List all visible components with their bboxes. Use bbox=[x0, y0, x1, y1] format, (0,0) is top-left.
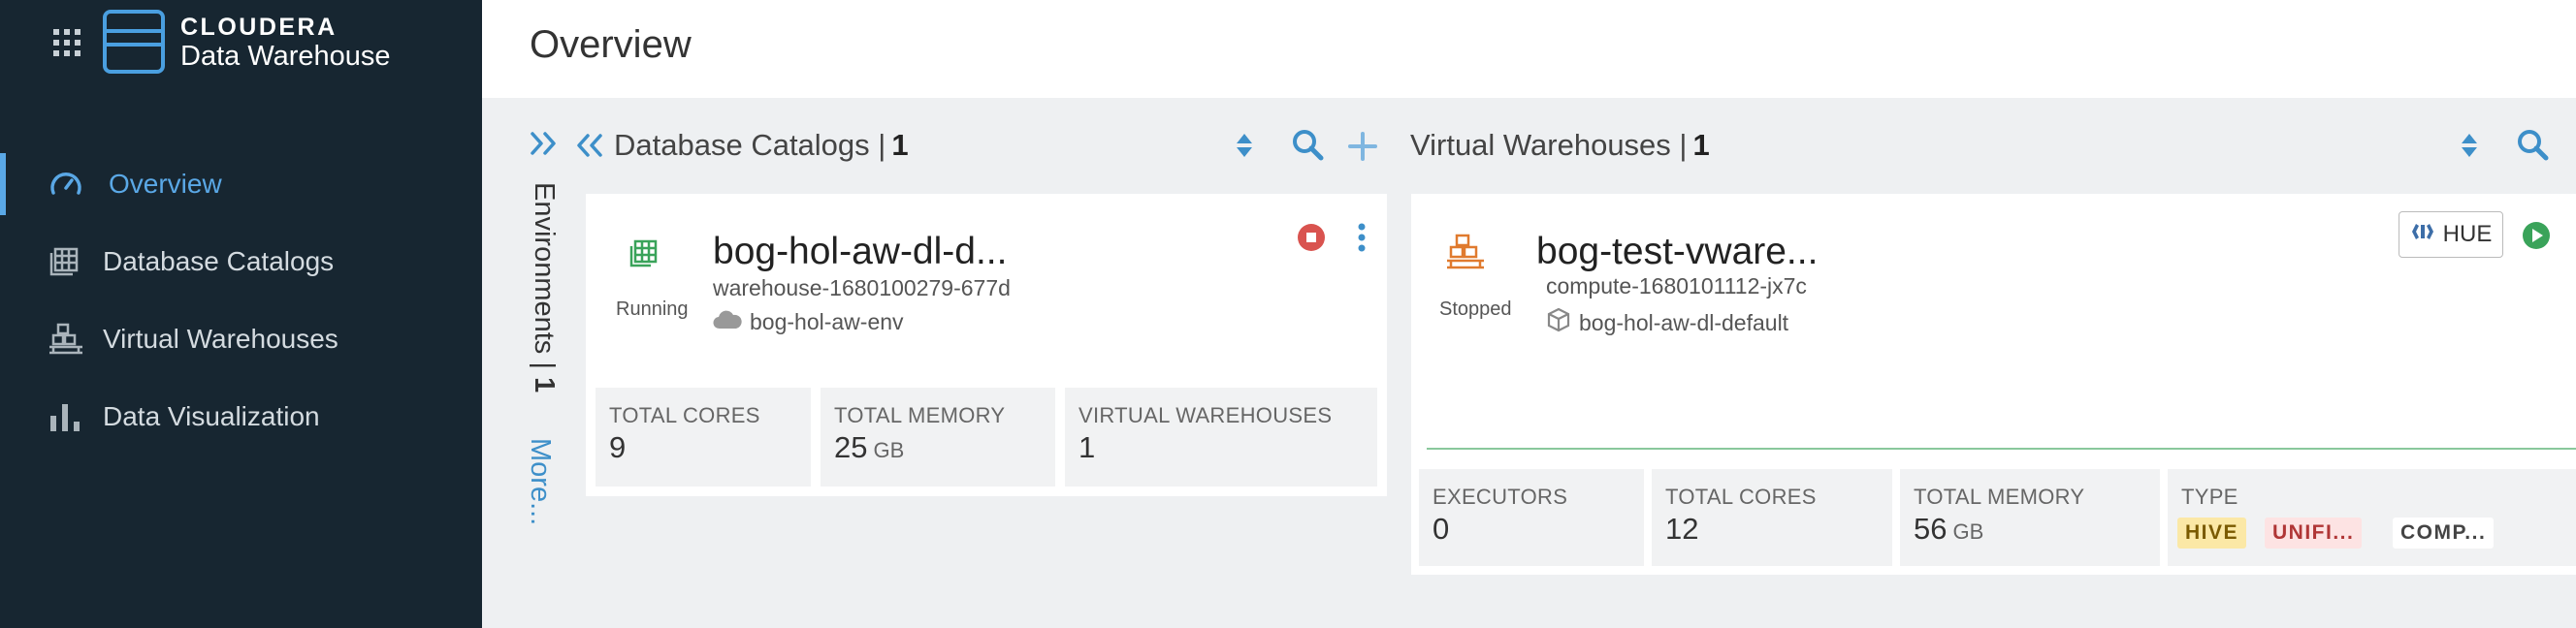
app-switcher-icon[interactable] bbox=[53, 29, 80, 61]
metric-virtual-warehouses: VIRTUAL WAREHOUSES 1 bbox=[1065, 388, 1377, 487]
sidebar-item-label: Virtual Warehouses bbox=[103, 324, 338, 354]
warehouse-id: compute-1680101112-jx7c bbox=[1546, 273, 1807, 298]
sidebar-item-overview[interactable]: Overview bbox=[0, 153, 482, 215]
tag-compactor: COMP... bbox=[2393, 518, 2495, 549]
tag-hive: HIVE bbox=[2177, 518, 2247, 549]
card-divider bbox=[1427, 448, 2576, 450]
sidebar: CLOUDERA Data Warehouse Overview Databas… bbox=[0, 0, 482, 628]
environments-more-link[interactable]: More... bbox=[524, 438, 556, 525]
catalog-card[interactable]: Running bog-hol-aw-dl-d... warehouse-168… bbox=[586, 194, 1387, 496]
cloud-icon bbox=[713, 309, 742, 335]
warehouse-stopped-icon bbox=[1445, 233, 1486, 276]
bar-chart-icon bbox=[48, 402, 81, 431]
metric-total-cores: TOTAL CORES 9 bbox=[596, 388, 811, 487]
start-button-icon[interactable] bbox=[2522, 221, 2551, 255]
catalog-id: warehouse-1680100279-677d bbox=[713, 275, 1011, 300]
tag-unified: UNIFI... bbox=[2265, 518, 2363, 549]
page-title: Overview bbox=[530, 23, 692, 66]
metric-type: TYPE HIVE UNIFI... COMP... bbox=[2168, 469, 2576, 566]
metric-executors: EXECUTORS 0 bbox=[1419, 469, 1644, 566]
environments-label: Environments | 1 bbox=[529, 182, 560, 393]
sidebar-item-data-visualization[interactable]: Data Visualization bbox=[0, 386, 482, 448]
sort-icon[interactable] bbox=[2461, 132, 2478, 164]
catalog-environment: bog-hol-aw-env bbox=[713, 309, 904, 335]
stop-button-icon[interactable] bbox=[1297, 223, 1326, 257]
sidebar-item-label: Database Catalogs bbox=[103, 246, 335, 276]
sidebar-item-label: Data Visualization bbox=[103, 401, 320, 431]
catalog-running-icon bbox=[628, 238, 659, 274]
warehouse-catalog: bog-hol-aw-dl-default bbox=[1546, 307, 1788, 338]
catalogs-heading: Database Catalogs | 1 bbox=[614, 128, 909, 162]
metric-total-cores: TOTAL CORES 12 bbox=[1652, 469, 1892, 566]
sidebar-item-label: Overview bbox=[109, 169, 222, 199]
page-header: Overview bbox=[482, 0, 2576, 98]
sidebar-item-database-catalogs[interactable]: Database Catalogs bbox=[0, 231, 482, 293]
sidebar-item-virtual-warehouses[interactable]: Virtual Warehouses bbox=[0, 308, 482, 370]
brand-name: CLOUDERA bbox=[180, 14, 338, 41]
expand-environments-icon[interactable] bbox=[530, 130, 559, 162]
cdw-logo-icon[interactable] bbox=[103, 10, 165, 78]
hue-icon bbox=[2410, 221, 2435, 249]
sort-icon[interactable] bbox=[1236, 132, 1253, 164]
brand-product: Data Warehouse bbox=[180, 41, 391, 72]
warehouse-icon bbox=[48, 323, 83, 356]
cube-icon bbox=[1546, 307, 1571, 338]
add-catalog-icon[interactable] bbox=[1347, 131, 1378, 167]
warehouses-heading: Virtual Warehouses | 1 bbox=[1410, 128, 1710, 162]
kebab-menu-icon[interactable] bbox=[1357, 223, 1367, 257]
search-icon[interactable] bbox=[1291, 128, 1324, 166]
search-icon[interactable] bbox=[2516, 128, 2549, 166]
catalog-name[interactable]: bog-hol-aw-dl-d... bbox=[713, 231, 1007, 273]
gauge-icon bbox=[48, 167, 83, 202]
collapse-catalogs-icon[interactable] bbox=[574, 132, 603, 164]
catalog-icon bbox=[48, 246, 80, 277]
hue-button[interactable]: HUE bbox=[2399, 211, 2503, 258]
status-label: Stopped bbox=[1439, 298, 1512, 320]
metric-total-memory: TOTAL MEMORY 25 GB bbox=[821, 388, 1055, 487]
metric-total-memory: TOTAL MEMORY 56 GB bbox=[1900, 469, 2160, 566]
status-label: Running bbox=[616, 298, 689, 320]
warehouse-name[interactable]: bog-test-vware... bbox=[1536, 231, 1818, 273]
